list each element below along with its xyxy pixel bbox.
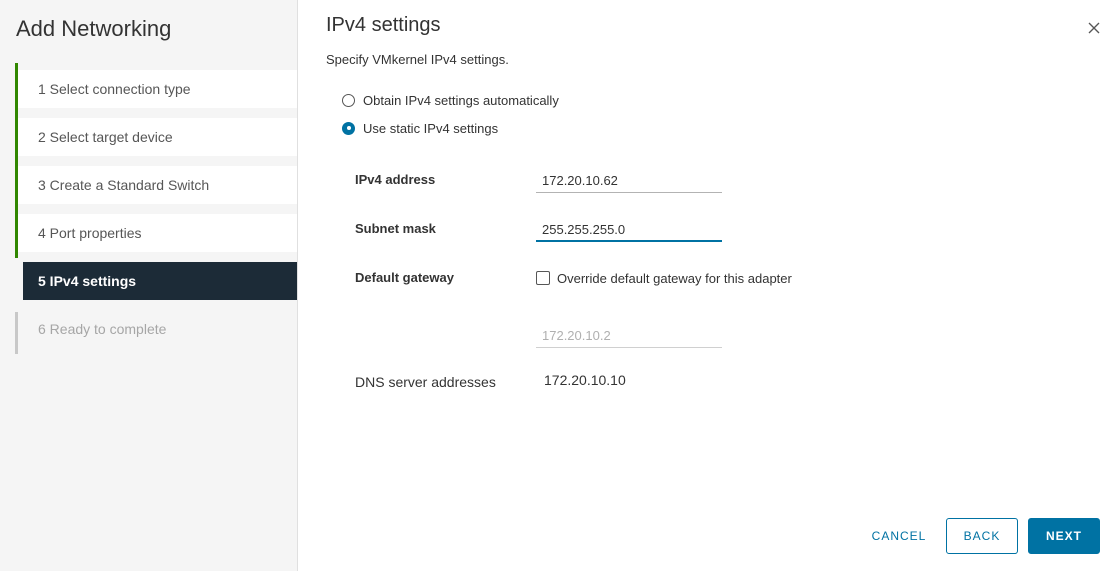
obtain-ipv4-automatically-option[interactable]: Obtain IPv4 settings automatically [342, 91, 559, 109]
wizard-step-select-connection-type[interactable]: 1 Select connection type [15, 70, 297, 108]
wizard-step-ready-to-complete: 6 Ready to complete [38, 321, 167, 337]
completed-steps-indicator [15, 63, 18, 258]
wizard-step-ipv4-settings[interactable]: 5 IPv4 settings [23, 262, 297, 300]
radio-checked-icon[interactable] [342, 121, 355, 135]
close-button[interactable] [1084, 18, 1104, 38]
checkbox-unchecked-icon[interactable] [536, 271, 550, 285]
dns-server-addresses-value: 172.20.10.10 [544, 372, 626, 388]
subnet-mask-label: Subnet mask [355, 221, 436, 236]
ipv4-address-label: IPv4 address [355, 172, 436, 187]
wizard-step-create-standard-switch[interactable]: 3 Create a Standard Switch [15, 166, 297, 204]
radio-unchecked-icon[interactable] [342, 93, 355, 107]
use-static-ipv4-label: Use static IPv4 settings [363, 120, 499, 136]
page-subtitle: Specify VMkernel IPv4 settings. [326, 52, 509, 67]
close-icon [1088, 22, 1100, 34]
default-gateway-label: Default gateway [355, 270, 454, 285]
override-gateway-option[interactable]: Override default gateway for this adapte… [536, 269, 792, 287]
use-static-ipv4-option[interactable]: Use static IPv4 settings [342, 119, 498, 137]
wizard-sidebar: Add Networking 1 Select connection type … [0, 0, 298, 571]
back-button[interactable]: BACK [946, 518, 1018, 554]
pending-step-indicator [15, 312, 18, 354]
page-title: IPv4 settings [326, 14, 441, 36]
wizard-steps: 1 Select connection type 2 Select target… [15, 63, 297, 355]
dns-server-addresses-label: DNS server addresses [355, 374, 496, 390]
override-gateway-label: Override default gateway for this adapte… [557, 270, 792, 286]
ipv4-address-input[interactable] [536, 169, 722, 193]
wizard-step-port-properties[interactable]: 4 Port properties [15, 214, 297, 252]
wizard-title: Add Networking [16, 16, 172, 41]
obtain-ipv4-automatically-label: Obtain IPv4 settings automatically [363, 92, 559, 108]
subnet-mask-input[interactable] [536, 218, 722, 242]
next-button[interactable]: NEXT [1028, 518, 1100, 554]
wizard-step-select-target-device[interactable]: 2 Select target device [15, 118, 297, 156]
cancel-button[interactable]: CANCEL [862, 518, 936, 554]
add-networking-dialog: Add Networking 1 Select connection type … [0, 0, 1114, 571]
gateway-input [536, 324, 722, 348]
